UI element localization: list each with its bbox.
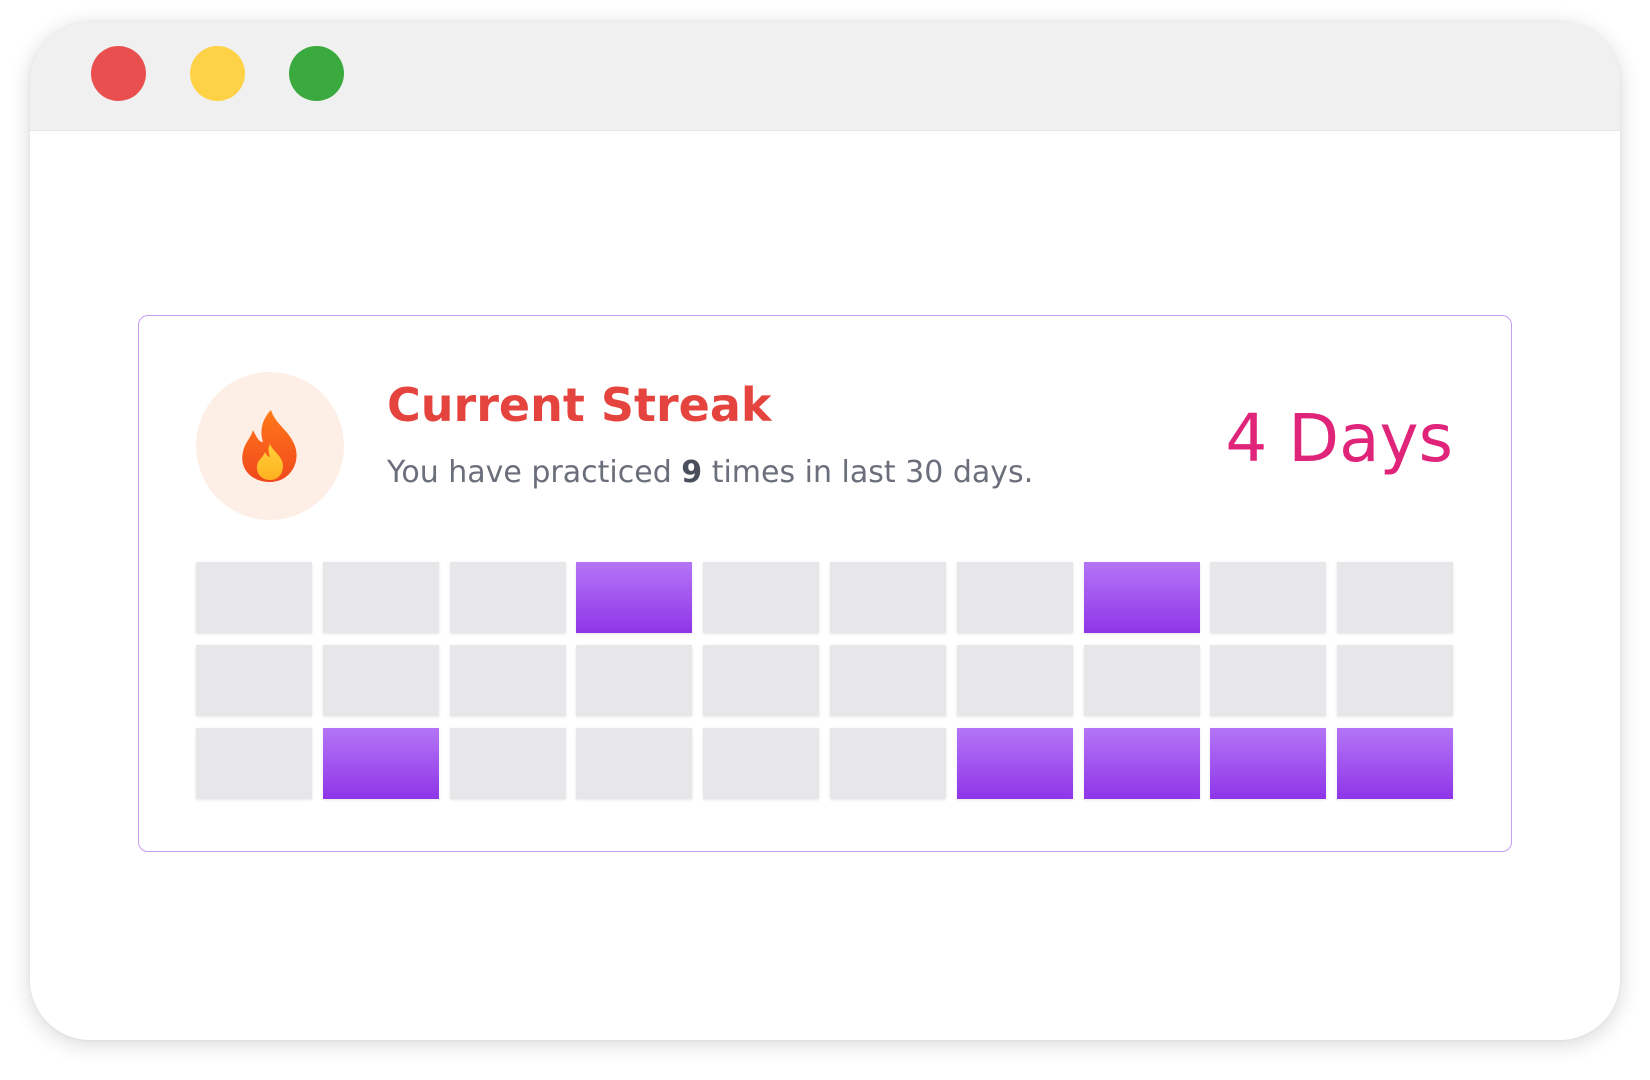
- streak-title: Current Streak: [387, 378, 772, 432]
- day-cell-practiced: [1083, 562, 1200, 633]
- day-cell-empty: [449, 645, 566, 716]
- day-cell-empty: [703, 645, 820, 716]
- day-cell-empty: [1337, 562, 1454, 633]
- day-cell-empty: [196, 645, 312, 716]
- day-cell-empty: [1083, 645, 1200, 716]
- day-cell-empty: [703, 562, 820, 633]
- practice-count: 9: [681, 455, 703, 490]
- streak-days-value: 4 Days: [1225, 400, 1453, 477]
- day-cell-practiced: [1210, 728, 1327, 799]
- streak-icon-badge: [196, 372, 344, 520]
- day-cell-empty: [829, 728, 946, 799]
- day-cell-empty: [829, 645, 946, 716]
- day-cell-empty: [449, 728, 566, 799]
- practice-summary: You have practiced 9 times in last 30 da…: [387, 458, 1033, 488]
- fire-icon: [242, 410, 297, 482]
- app-window: Current Streak You have practiced 9 time…: [30, 22, 1620, 1040]
- day-cell-empty: [196, 728, 312, 799]
- day-cell-practiced: [576, 562, 693, 633]
- day-cell-practiced: [956, 728, 1073, 799]
- day-cell-empty: [956, 645, 1073, 716]
- day-cell-empty: [196, 562, 312, 633]
- day-cell-empty: [449, 562, 566, 633]
- day-cell-practiced: [1337, 728, 1454, 799]
- day-cell-empty: [956, 562, 1073, 633]
- summary-suffix: times in last 30 days.: [702, 455, 1034, 490]
- day-cell-empty: [829, 562, 946, 633]
- day-cell-empty: [1210, 645, 1327, 716]
- day-cell-practiced: [1083, 728, 1200, 799]
- day-cell-empty: [703, 728, 820, 799]
- maximize-button[interactable]: [289, 46, 344, 101]
- title-bar: [30, 22, 1620, 131]
- day-cell-empty: [322, 562, 439, 633]
- day-cell-empty: [576, 645, 693, 716]
- minimize-button[interactable]: [190, 46, 245, 101]
- day-cell-empty: [1210, 562, 1327, 633]
- streak-card: Current Streak You have practiced 9 time…: [138, 315, 1512, 852]
- day-cell-empty: [1337, 645, 1454, 716]
- day-cell-practiced: [322, 728, 439, 799]
- summary-prefix: You have practiced: [387, 455, 682, 490]
- close-button[interactable]: [91, 46, 146, 101]
- day-cell-empty: [576, 728, 693, 799]
- activity-grid: [196, 562, 1454, 799]
- day-cell-empty: [322, 645, 439, 716]
